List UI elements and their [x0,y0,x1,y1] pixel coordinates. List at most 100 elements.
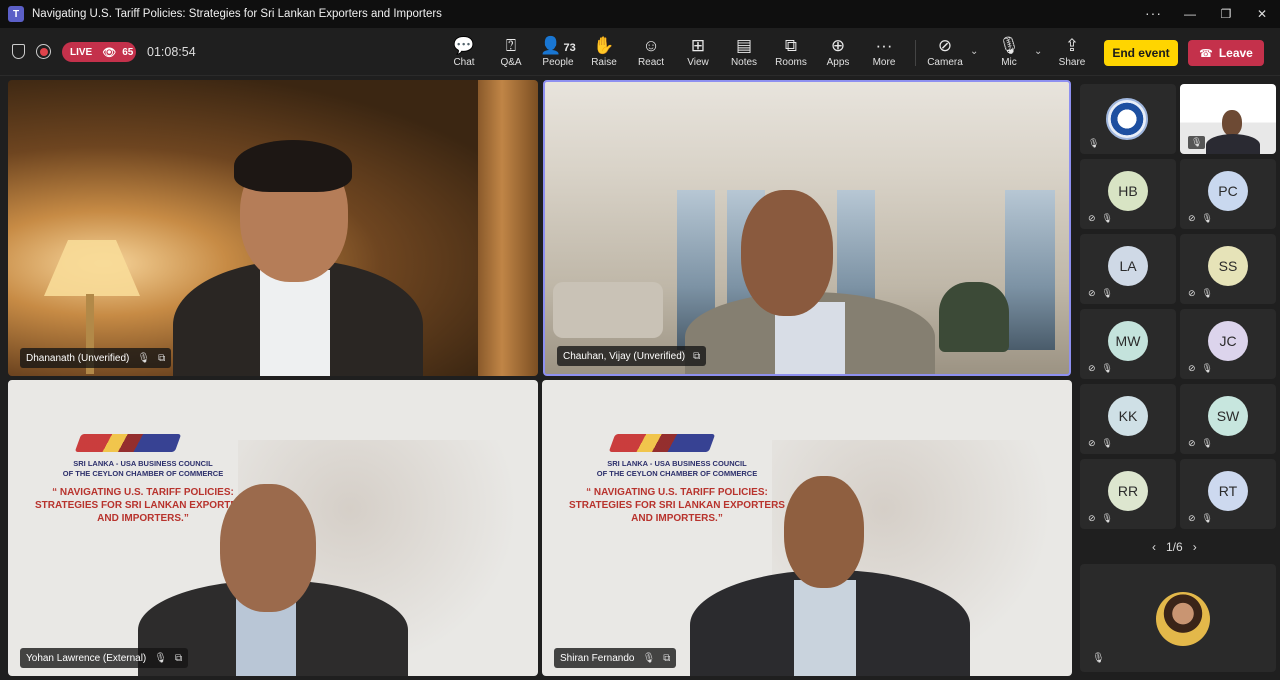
raise-hand-button[interactable]: ✋ Raise [582,36,626,68]
camera-options-chevron-icon[interactable]: ⌄ [970,46,978,57]
window-title: Navigating U.S. Tariff Policies: Strateg… [32,8,442,20]
video-tile-dhananath[interactable]: Dhananath (Unverified) 🎙 ⧉ [8,80,538,376]
ellipsis-icon: ··· [875,36,893,55]
camera-off-icon: ⊘ [1088,363,1096,373]
people-button[interactable]: 👤 73 People [536,36,580,68]
lamp-shade [44,240,140,296]
camera-button[interactable]: ⊘ Camera [923,36,967,68]
org-line-1: SRI LANKA - USA BUSINESS COUNCIL [607,459,747,468]
phone-hangup-icon: ☎ [1199,47,1213,60]
qa-label: Q&A [500,57,522,68]
participant-shirt [794,580,856,676]
chat-button[interactable]: 💬 Chat [442,36,486,68]
apps-button[interactable]: ⊕ Apps [816,36,860,68]
react-label: React [637,57,665,68]
participant-name: Yohan Lawrence (External) [26,652,147,664]
pager-next-icon[interactable]: › [1193,540,1197,554]
participant-tile[interactable]: PC ⊘ 🎙 [1180,159,1276,229]
more-options-icon[interactable]: ··· [1145,5,1162,21]
spotlight-icon: ⧉ [693,350,701,362]
mic-muted-icon: 🎙 [1088,138,1100,148]
banner-headline-2: STRATEGIES FOR SRI LANKAN EXPORTERS [569,500,785,511]
participant-tile-presenter[interactable]: 🎙 [1180,84,1276,154]
chat-icon: 💬 [453,36,475,55]
shield-icon[interactable] [12,44,25,59]
participant-tile[interactable]: RR ⊘ 🎙 [1080,459,1176,529]
participant-tile[interactable]: SS ⊘ 🎙 [1180,234,1276,304]
view-button[interactable]: ⊞ View [676,36,720,68]
camera-off-icon: ⊘ [1188,438,1196,448]
video-tile-chauhan[interactable]: Chauhan, Vijay (Unverified) ⧉ [543,80,1071,376]
sofa [553,282,663,338]
leave-button[interactable]: ☎ Leave [1188,40,1264,66]
participant-tile[interactable]: SW ⊘ 🎙 [1180,384,1276,454]
participant-tile-logo[interactable]: 🎙 [1080,84,1176,154]
participant-name: Shiran Fernando [560,652,635,664]
video-tile-yohan[interactable]: SRI LANKA - USA BUSINESS COUNCIL OF THE … [8,380,538,676]
self-view-tile[interactable]: 🎙 [1080,564,1276,672]
live-label: LIVE [70,46,93,58]
participant-hair [234,140,352,192]
rooms-button[interactable]: ⧉ Rooms [769,36,813,68]
mic-muted-icon: 🎙 [1188,136,1206,149]
raise-label: Raise [591,57,617,68]
notes-label: Notes [730,57,758,68]
participant-tile[interactable]: MW ⊘ 🎙 [1080,309,1176,379]
qa-button[interactable]: ⍰ Q&A [489,36,533,68]
avatar: JC [1208,321,1248,361]
camera-off-icon: ⊘ [1188,288,1196,298]
tile-status-icons: ⊘ 🎙 [1088,213,1113,224]
armchair [939,282,1009,352]
camera-off-icon: ⊘ [1188,513,1196,523]
avatar: LA [1108,246,1148,286]
camera-label: Camera [927,57,963,68]
banner-headline-3: AND IMPORTERS.” [631,513,723,524]
end-event-button[interactable]: End event [1104,40,1178,66]
title-bar: T Navigating U.S. Tariff Policies: Strat… [0,0,1280,28]
people-count: 73 [563,42,576,54]
meeting-toolbar: LIVE 👁 65 01:08:54 💬 Chat ⍰ Q&A 👤 73 Peop… [0,28,1280,76]
close-button[interactable]: ✕ [1244,0,1280,28]
participant-tile[interactable]: HB ⊘ 🎙 [1080,159,1176,229]
tile-status-icons: ⊘ 🎙 [1088,288,1113,299]
notes-button[interactable]: ▤ Notes [722,36,766,68]
org-line-2: OF THE CEYLON CHAMBER OF COMMERCE [62,469,224,478]
minimize-button[interactable]: — [1172,0,1208,28]
maximize-button[interactable]: ❐ [1208,0,1244,28]
participant-tile[interactable]: RT ⊘ 🎙 [1180,459,1276,529]
add-apps-icon: ⊕ [830,36,846,55]
tile-status-icons: ⊘ 🎙 [1088,513,1113,524]
hand-icon: ✋ [593,36,615,55]
people-label: People [542,57,574,68]
share-button[interactable]: ⇪ Share [1050,36,1094,68]
viewer-count: 65 [122,46,134,58]
avatar: PC [1208,171,1248,211]
participant-head [784,476,864,588]
tile-status-icons: ⊘ 🎙 [1188,213,1213,224]
live-badge: LIVE 👁 65 [62,42,136,62]
avatar: RT [1208,471,1248,511]
participant-name-tag: Chauhan, Vijay (Unverified) ⧉ [557,346,707,366]
participant-tile[interactable]: LA ⊘ 🎙 [1080,234,1176,304]
mic-muted-icon: 🎙 [1101,513,1113,523]
mic-button[interactable]: 🎙 Mic [987,36,1031,68]
participant-tile[interactable]: JC ⊘ 🎙 [1180,309,1276,379]
camera-off-icon: ⊘ [1088,513,1096,523]
mic-muted-icon: 🎙 [1201,288,1213,298]
spotlight-icon: ⧉ [174,652,183,664]
teams-app-icon: T [8,6,24,22]
react-button[interactable]: ☺ React [629,36,673,68]
participant-name-tag: Yohan Lawrence (External) 🎙 ⧉ [20,648,189,668]
profile-photo [1156,592,1210,646]
more-button[interactable]: ··· More [862,36,906,68]
qa-icon: ⍰ [505,36,517,55]
mic-options-chevron-icon[interactable]: ⌄ [1034,46,1042,57]
participant-tile[interactable]: KK ⊘ 🎙 [1080,384,1176,454]
apps-label: Apps [826,57,850,68]
participant-gallery: 🎙 🎙 HB ⊘ 🎙 PC ⊘ 🎙 LA ⊘ 🎙 SS ⊘ 🎙 MW ⊘ 🎙 JC ⊘ 🎙 … [1076,80,1280,680]
mic-muted-icon: 🎙 [1101,438,1113,448]
share-label: Share [1058,57,1086,68]
video-tile-shiran[interactable]: SRI LANKA - USA BUSINESS COUNCIL OF THE … [542,380,1072,676]
organization-logo [1106,98,1148,140]
pager-prev-icon[interactable]: ‹ [1152,540,1156,554]
